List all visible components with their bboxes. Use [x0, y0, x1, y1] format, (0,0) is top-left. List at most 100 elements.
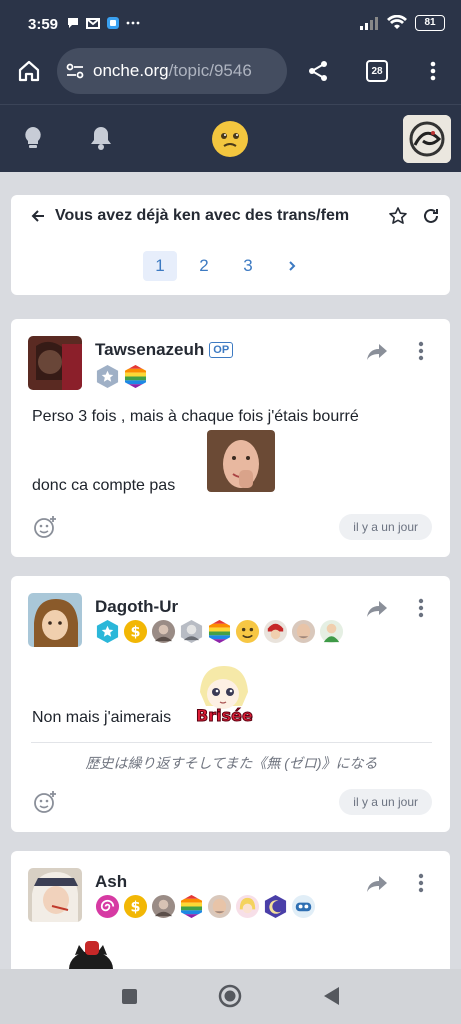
post-time[interactable]: il y a un jour [339, 789, 432, 815]
page-3-button[interactable]: 3 [231, 251, 265, 281]
pagination: 1 2 3 [143, 251, 309, 281]
chevron-right-icon [289, 261, 296, 271]
address-bar[interactable]: onche.org/topic/9546 [57, 48, 287, 94]
back-nav-icon[interactable] [322, 986, 340, 1006]
status-bar: 3:59 81 [0, 0, 461, 48]
moon-badge-icon [264, 894, 287, 919]
svg-text:$: $ [130, 624, 140, 640]
portrait-badge-icon [151, 619, 176, 644]
yellow-face-badge-icon [235, 619, 260, 644]
author-avatar[interactable] [28, 593, 82, 647]
share-post-icon[interactable] [366, 342, 388, 362]
bald-man-badge-icon [291, 619, 316, 644]
badge-list: $ [95, 894, 316, 919]
bald-man-badge-icon [207, 894, 232, 919]
grey-portrait-badge-icon [180, 619, 203, 644]
silver-star-badge-icon [96, 364, 119, 389]
author-name[interactable]: Ash [95, 872, 127, 892]
badge-list [95, 364, 148, 389]
signal-icon [360, 17, 378, 30]
gold-dollar-badge-icon: $ [123, 894, 148, 919]
browser-menu-button[interactable] [418, 56, 448, 86]
star-icon[interactable] [389, 207, 407, 225]
site-logo-smiley-icon[interactable] [211, 120, 249, 158]
tab-switcher-button[interactable]: 28 [362, 56, 392, 86]
add-reaction-icon[interactable] [33, 515, 57, 539]
url-text: onche.org/topic/9546 [93, 61, 252, 81]
rainbow-badge-icon [180, 894, 203, 919]
author-avatar[interactable] [28, 868, 82, 922]
url-host: onche.org [93, 61, 169, 80]
cat-sticker-image [69, 941, 113, 969]
home-button[interactable] [14, 56, 44, 86]
gmail-notification-icon [86, 18, 100, 29]
recent-apps-icon[interactable] [121, 988, 138, 1005]
app-notification-icon [107, 17, 119, 29]
blonde-character-badge-icon [235, 894, 260, 919]
sticker-caption: Brisée [196, 706, 254, 726]
url-path: /topic/9546 [168, 61, 252, 80]
gold-dollar-badge-icon: $ [123, 619, 148, 644]
post-text: Non mais j'aimerais [32, 709, 172, 726]
avatar-image [28, 593, 82, 647]
badge-list: $ [95, 619, 344, 644]
add-reaction-icon[interactable] [33, 790, 57, 814]
sticker-image [207, 430, 275, 492]
status-time: 3:59 [28, 16, 59, 33]
red-character-badge-icon [263, 619, 288, 644]
avatar-image [28, 336, 82, 390]
chat-notification-icon [68, 18, 78, 28]
wifi-icon [387, 15, 407, 29]
post-text-line: Perso 3 fois , mais à chaque fois j'étai… [32, 408, 359, 425]
svg-text:$: $ [130, 899, 140, 915]
post-menu-icon[interactable] [418, 873, 424, 893]
browser-toolbar: onche.org/topic/9546 28 [0, 48, 461, 104]
home-icon [18, 60, 40, 82]
user-signature: 歴史は繰り返すそしてまた《無 (ゼロ)》になる [31, 742, 432, 773]
notification-icons [66, 16, 140, 30]
more-notifications-icon [126, 21, 140, 25]
site-header [0, 104, 461, 172]
post-time[interactable]: il y a un jour [339, 514, 432, 540]
author-name-text: Tawsenazeuh [95, 340, 205, 359]
tab-count: 28 [366, 60, 388, 82]
author-avatar[interactable] [28, 336, 82, 390]
user-avatar[interactable] [403, 115, 451, 163]
spiral-badge-icon [95, 894, 120, 919]
post-menu-icon[interactable] [418, 341, 424, 361]
system-navigation-bar [0, 969, 461, 1024]
author-name[interactable]: Tawsenazeuh OP [95, 340, 234, 360]
topic-header-card: Vous avez déjà ken avec des trans/fem 1 … [11, 195, 450, 295]
bell-icon[interactable] [90, 125, 112, 151]
dragon-avatar-image [403, 115, 451, 163]
green-character-badge-icon [319, 619, 344, 644]
portrait-badge-icon [151, 894, 176, 919]
next-page-button[interactable] [275, 251, 309, 281]
avatar-image [28, 868, 82, 922]
site-settings-icon[interactable] [65, 61, 85, 81]
share-post-icon[interactable] [366, 874, 388, 894]
op-badge: OP [209, 342, 234, 358]
rainbow-badge-icon [208, 619, 231, 644]
back-arrow-icon[interactable] [31, 209, 45, 223]
home-nav-icon[interactable] [218, 984, 242, 1008]
refresh-icon[interactable] [423, 208, 439, 224]
share-icon [309, 61, 327, 81]
battery-indicator: 81 [415, 15, 445, 31]
share-post-icon[interactable] [366, 599, 388, 619]
post-menu-icon[interactable] [418, 598, 424, 618]
author-name[interactable]: Dagoth-Ur [95, 597, 178, 617]
post-card: Dagoth-Ur $ Non mais j'aimerais Brisée 歴… [11, 576, 450, 832]
sticker-image: Brisée [194, 662, 254, 726]
page-2-button[interactable]: 2 [187, 251, 221, 281]
kebab-menu-icon [430, 61, 436, 81]
topic-title: Vous avez déjà ken avec des trans/fem [55, 207, 350, 224]
rainbow-badge-icon [124, 364, 147, 389]
cyan-star-badge-icon [96, 619, 119, 644]
post-card: Tawsenazeuh OP Perso 3 fois , mais à chaq… [11, 319, 450, 557]
gamer-badge-icon [291, 894, 316, 919]
page-1-button[interactable]: 1 [143, 251, 177, 281]
post-text-line: donc ca compte pas [32, 477, 176, 494]
share-page-button[interactable] [303, 56, 333, 86]
lightbulb-icon[interactable] [22, 125, 44, 151]
